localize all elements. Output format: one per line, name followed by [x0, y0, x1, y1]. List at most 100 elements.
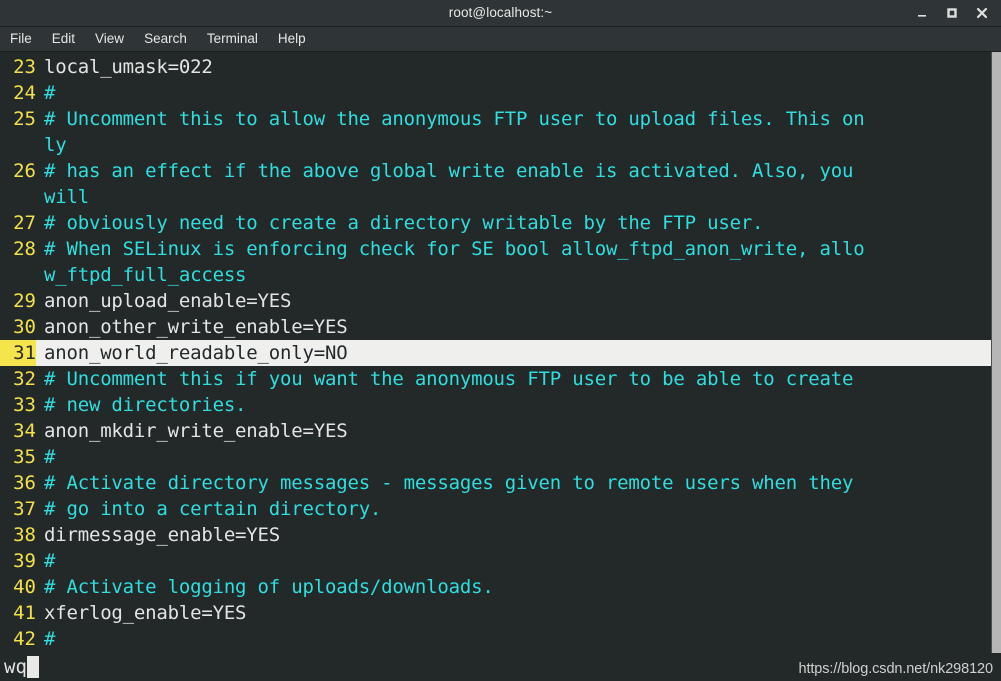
menu-item-file[interactable]: File — [0, 27, 42, 51]
line-text: # Uncomment this if you want the anonymo… — [44, 368, 854, 390]
line-gutter-gap — [36, 600, 44, 626]
line-text: anon_other_write_enable=YES — [44, 316, 348, 338]
editor-line[interactable]: 24 # — [0, 80, 991, 106]
editor-line[interactable]: 37 # go into a certain directory. — [0, 496, 991, 522]
line-gutter-gap — [36, 496, 44, 522]
editor-line-current[interactable]: 31 anon_world_readable_only=NO — [0, 340, 991, 366]
editor-line[interactable]: 38 dirmessage_enable=YES — [0, 522, 991, 548]
vim-command-input[interactable]: wq — [4, 653, 27, 681]
line-number — [0, 262, 36, 288]
line-gutter-gap — [36, 626, 44, 652]
editor-line[interactable]: 30 anon_other_write_enable=YES — [0, 314, 991, 340]
line-number: 31 — [0, 340, 36, 366]
line-number: 39 — [13, 550, 36, 572]
vertical-scrollbar[interactable] — [991, 52, 1001, 653]
editor-line[interactable]: 28 # When SELinux is enforcing check for … — [0, 236, 991, 262]
line-number: 26 — [13, 160, 36, 182]
line-number: 40 — [13, 576, 36, 598]
line-number: 33 — [13, 394, 36, 416]
minimize-icon[interactable] — [907, 0, 937, 26]
editor-viewport[interactable]: 23 local_umask=022 24 #25 # Uncomment this t… — [0, 52, 991, 653]
editor-line[interactable]: 27 # obviously need to create a directory… — [0, 210, 991, 236]
editor-line[interactable]: 32 # Uncomment this if you want the anony… — [0, 366, 991, 392]
editor-line[interactable]: 42 # — [0, 626, 991, 652]
editor-line[interactable]: ly — [0, 132, 991, 158]
line-number: 42 — [13, 628, 36, 650]
line-text: # — [44, 82, 56, 104]
line-gutter-gap — [36, 132, 44, 158]
line-gutter-gap — [36, 314, 44, 340]
line-gutter-gap — [36, 184, 44, 210]
editor-lines: 23 local_umask=022 24 #25 # Uncomment this t… — [0, 54, 991, 652]
line-text: # — [44, 550, 56, 572]
editor-line[interactable]: 35 # — [0, 444, 991, 470]
line-text: # new directories. — [44, 394, 247, 416]
line-number: 35 — [13, 446, 36, 468]
editor-line[interactable]: 39 # — [0, 548, 991, 574]
editor-line[interactable]: 33 # new directories. — [0, 392, 991, 418]
line-number: 38 — [13, 524, 36, 546]
line-text: xferlog_enable=YES — [44, 602, 247, 624]
line-number: 41 — [13, 602, 36, 624]
line-text: # — [44, 446, 56, 468]
line-number: 37 — [13, 498, 36, 520]
line-gutter-gap — [36, 418, 44, 444]
editor-line[interactable]: 23 local_umask=022 — [0, 54, 991, 80]
line-text: # — [44, 628, 56, 650]
line-text: # Activate directory messages - messages… — [44, 472, 854, 494]
line-number: 36 — [13, 472, 36, 494]
close-icon[interactable] — [967, 0, 997, 26]
line-text: dirmessage_enable=YES — [44, 524, 281, 546]
line-text: # go into a certain directory. — [44, 498, 382, 520]
line-gutter-gap — [36, 522, 44, 548]
line-text: anon_world_readable_only=NO — [44, 340, 991, 366]
editor-line[interactable]: 34 anon_mkdir_write_enable=YES — [0, 418, 991, 444]
menu-bar: File Edit View Search Terminal Help — [0, 27, 1001, 52]
line-gutter-gap — [36, 444, 44, 470]
line-gutter-gap — [36, 548, 44, 574]
editor-line[interactable]: 25 # Uncomment this to allow the anonymou… — [0, 106, 991, 132]
line-gutter-gap — [36, 366, 44, 392]
editor-line[interactable]: 41 xferlog_enable=YES — [0, 600, 991, 626]
line-gutter-gap — [36, 106, 44, 132]
line-text: # When SELinux is enforcing check for SE… — [44, 238, 865, 260]
line-text: # has an effect if the above global writ… — [44, 160, 854, 182]
line-text: anon_upload_enable=YES — [44, 290, 292, 312]
line-text: anon_mkdir_write_enable=YES — [44, 420, 348, 442]
menu-item-search[interactable]: Search — [134, 27, 197, 51]
line-number: 29 — [13, 290, 36, 312]
editor-line[interactable]: 36 # Activate directory messages - messag… — [0, 470, 991, 496]
menu-item-view[interactable]: View — [85, 27, 134, 51]
line-gutter-gap — [36, 288, 44, 314]
line-gutter-gap — [36, 210, 44, 236]
line-number: 34 — [13, 420, 36, 442]
line-number: 23 — [13, 56, 36, 78]
line-gutter-gap — [36, 392, 44, 418]
menu-item-help[interactable]: Help — [268, 27, 316, 51]
editor-line[interactable]: 40 # Activate logging of uploads/download… — [0, 574, 991, 600]
line-text: # Uncomment this to allow the anonymous … — [44, 108, 865, 130]
line-text: ly — [44, 134, 67, 156]
menu-item-terminal[interactable]: Terminal — [197, 27, 268, 51]
line-text: # obviously need to create a directory w… — [44, 212, 764, 234]
line-gutter-gap — [36, 80, 44, 106]
line-number: 25 — [13, 108, 36, 130]
line-gutter-gap — [36, 54, 44, 80]
line-number: 30 — [13, 316, 36, 338]
status-line: wq https://blog.csdn.net/nk298120 — [0, 653, 1001, 681]
line-number: 27 — [13, 212, 36, 234]
line-gutter-gap — [36, 236, 44, 262]
editor-line[interactable]: 29 anon_upload_enable=YES — [0, 288, 991, 314]
editor-line[interactable]: w_ftpd_full_access — [0, 262, 991, 288]
line-text: local_umask=022 — [44, 56, 213, 78]
terminal-content[interactable]: 23 local_umask=022 24 #25 # Uncomment this t… — [0, 52, 1001, 653]
line-gutter-gap — [36, 470, 44, 496]
editor-line[interactable]: will — [0, 184, 991, 210]
editor-line[interactable]: 26 # has an effect if the above global wr… — [0, 158, 991, 184]
line-gutter-gap — [36, 158, 44, 184]
line-number — [0, 184, 36, 210]
line-text: will — [44, 186, 89, 208]
maximize-icon[interactable] — [937, 0, 967, 26]
window-title: root@localhost:~ — [448, 5, 553, 20]
menu-item-edit[interactable]: Edit — [42, 27, 85, 51]
